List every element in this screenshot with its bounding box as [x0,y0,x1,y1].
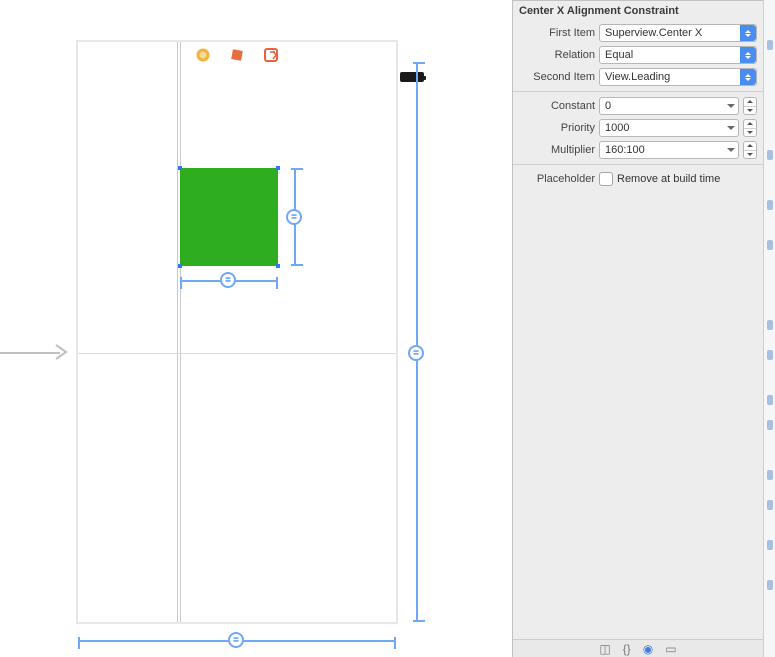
center-y-guide [78,353,396,354]
priority-stepper[interactable] [743,119,757,137]
stepper-up-icon[interactable] [744,142,756,151]
adjacent-window-sliver [763,0,775,657]
scene-toolbar [76,40,398,70]
resize-handle-icon[interactable] [276,166,280,170]
relation-label: Relation [513,49,595,61]
multiplier-label: Multiplier [513,144,595,156]
stepper-up-icon[interactable] [744,98,756,107]
stepper-down-icon[interactable] [744,151,756,159]
placeholder-label: Placeholder [513,173,595,185]
phone-width-constraint-pin-icon[interactable]: = [228,632,244,648]
stepper-down-icon[interactable] [744,107,756,115]
constant-field[interactable]: 0 [599,97,739,115]
multiplier-stepper[interactable] [743,141,757,159]
first-item-select[interactable]: Superview.Center X [599,24,757,42]
phone-height-constraint-pin-icon[interactable]: = [408,345,424,361]
pin-glyph: = [291,212,297,223]
constant-stepper[interactable] [743,97,757,115]
constant-label: Constant [513,100,595,112]
priority-field[interactable]: 1000 [599,119,739,137]
bottom-bar-icon[interactable]: ◉ [643,642,653,656]
resize-handle-icon[interactable] [178,264,182,268]
device-frame[interactable] [76,40,398,624]
vc-shield-icon[interactable] [195,47,211,63]
first-item-value: Superview.Center X [605,27,702,39]
interface-builder-canvas[interactable]: = = = = [0,0,510,657]
inspector-bottom-bar: ◫ {} ◉ ▭ [513,639,763,657]
bottom-bar-icon[interactable]: {} [623,642,631,656]
stepper-down-icon[interactable] [744,129,756,137]
pin-glyph: = [413,348,419,359]
stepper-up-icon[interactable] [744,120,756,129]
relation-value: Equal [605,49,633,61]
height-constraint-pin-icon[interactable]: = [286,209,302,225]
multiplier-field[interactable]: 160:100 [599,141,739,159]
select-stepper-icon [740,47,756,63]
size-inspector-panel: Center X Alignment Constraint First Item… [512,0,763,657]
pin-glyph: = [225,275,231,286]
resize-handle-icon[interactable] [276,264,280,268]
bottom-bar-icon[interactable]: ▭ [665,642,676,656]
bottom-bar-icon[interactable]: ◫ [599,642,610,656]
initial-vc-arrow-line [0,352,60,354]
priority-value: 1000 [605,122,629,134]
second-item-select[interactable]: View.Leading [599,68,757,86]
exit-icon[interactable] [263,47,279,63]
divider [513,91,763,92]
priority-label: Priority [513,122,595,134]
constraint-section-title: Center X Alignment Constraint [513,1,763,23]
resize-handle-icon[interactable] [178,166,182,170]
select-stepper-icon [740,25,756,41]
placeholder-checkbox[interactable] [599,172,613,186]
second-item-label: Second Item [513,71,595,83]
divider [513,164,763,165]
phone-height-constraint-bar[interactable] [416,62,418,622]
multiplier-value: 160:100 [605,144,645,156]
pin-glyph: = [233,635,239,646]
leading-alignment-guide [177,42,181,622]
relation-select[interactable]: Equal [599,46,757,64]
dropdown-triangle-icon [727,148,735,152]
selected-green-view[interactable] [180,168,278,266]
second-item-value: View.Leading [605,71,670,83]
status-bar-battery-icon [400,72,424,82]
first-responder-icon[interactable] [229,47,245,63]
select-stepper-icon [740,69,756,85]
first-item-label: First Item [513,27,595,39]
constant-value: 0 [605,100,611,112]
dropdown-triangle-icon [727,126,735,130]
placeholder-checkbox-label: Remove at build time [617,173,720,185]
width-constraint-pin-icon[interactable]: = [220,272,236,288]
dropdown-triangle-icon [727,104,735,108]
